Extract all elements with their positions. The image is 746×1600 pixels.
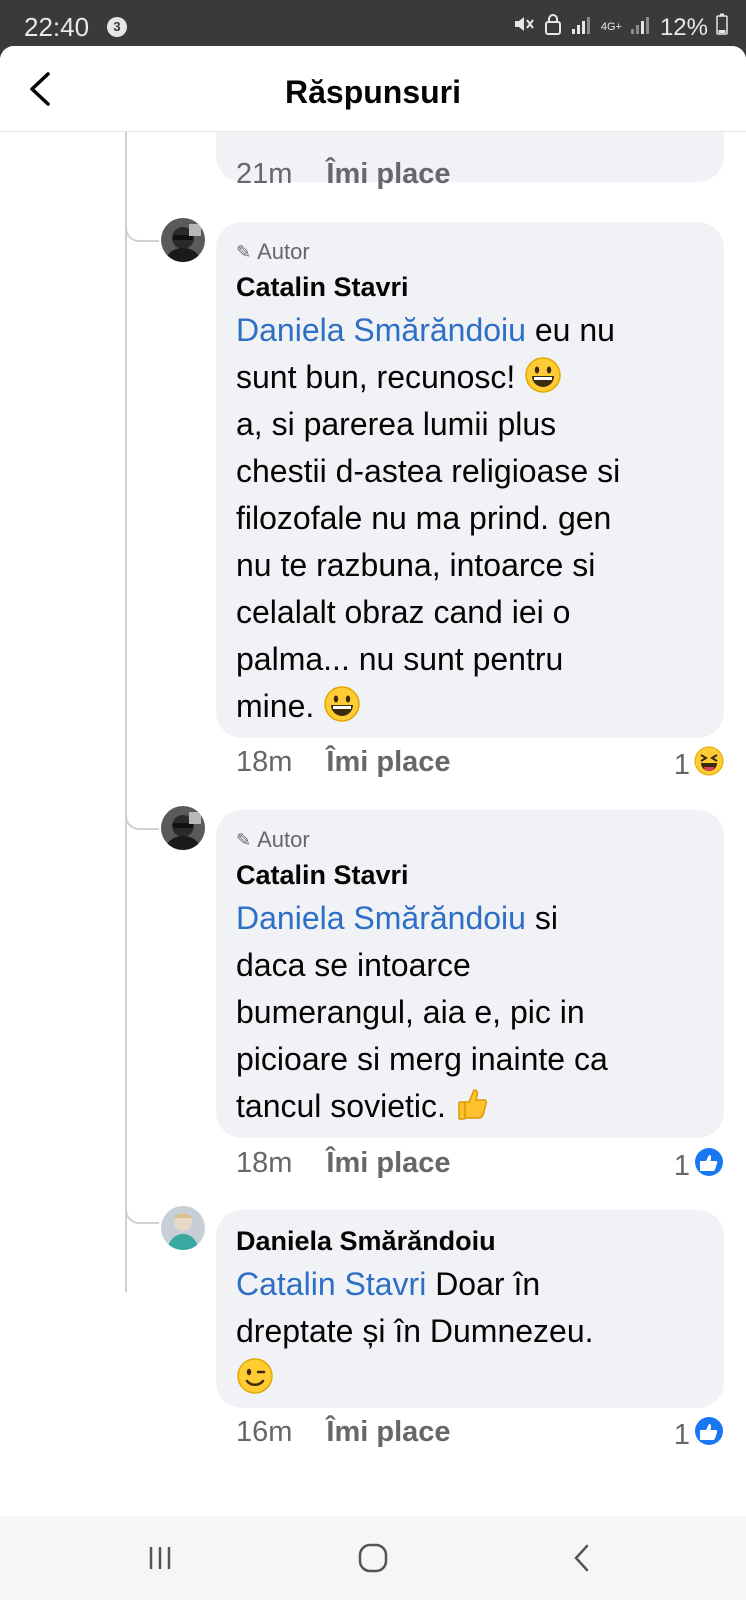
comment-line: Doar în <box>426 1266 541 1302</box>
status-bar: 22:40 3 4G+ 12% <box>0 0 746 44</box>
comment-line: filozofale nu ma prind. gen <box>236 500 612 536</box>
lock-icon <box>543 12 563 43</box>
reaction-summary[interactable]: 1 <box>674 746 724 784</box>
commenter-name[interactable]: Catalin Stavri <box>236 860 704 891</box>
grinning-face-icon <box>524 356 562 394</box>
avatar[interactable] <box>161 806 205 850</box>
recent-apps-button[interactable] <box>140 1538 180 1578</box>
comment-bubble[interactable]: ✎ Autor Catalin Stavri Daniela Smărăndoi… <box>216 222 724 738</box>
thumbs-up-icon <box>455 1085 493 1123</box>
thread-connector <box>125 810 159 830</box>
thread-connector <box>125 1204 159 1224</box>
network-type: 4G+ <box>600 21 622 33</box>
comment-bubble[interactable]: ✎ Autor Catalin Stavri Daniela Smărăndoi… <box>216 810 724 1138</box>
like-thumb-icon <box>694 1147 724 1185</box>
like-thumb-icon <box>694 1416 724 1454</box>
comment-meta: 16m Îmi place <box>236 1416 451 1449</box>
reaction-summary[interactable]: 1 <box>674 1147 724 1185</box>
comment-line: a, si parerea lumii plus <box>236 406 557 442</box>
comment-line: chestii d-astea religioase si <box>236 453 621 489</box>
comment-time: 18m <box>236 1147 293 1179</box>
comment-text: Daniela Smărăndoiu eu nu sunt bun, recun… <box>236 307 704 730</box>
comment-time: 18m <box>236 746 293 778</box>
page-title: Răspunsuri <box>284 74 462 110</box>
comment-line: tancul sovietic. <box>236 1088 446 1124</box>
comment-line: celalalt obraz cand iei o <box>236 594 571 630</box>
status-time: 22:40 <box>24 12 90 42</box>
reaction-count: 1 <box>673 748 690 781</box>
comment-line: dreptate și în Dumnezeu. <box>236 1313 594 1349</box>
signal-icon-2 <box>630 15 652 40</box>
author-badge: ✎ Autor <box>236 238 704 266</box>
comment-line: eu nu <box>525 312 615 348</box>
comment-line: palma... nu sunt pentru <box>236 641 564 677</box>
comment-line: mine. <box>236 688 315 724</box>
signal-icon <box>571 15 593 40</box>
commenter-name[interactable]: Catalin Stavri <box>236 272 704 303</box>
like-button[interactable]: Îmi place <box>326 746 450 779</box>
comment-text: Daniela Smărăndoiu si daca se intoarce b… <box>236 895 704 1130</box>
reaction-count: 1 <box>673 1418 690 1451</box>
like-button[interactable]: Îmi place <box>326 158 450 191</box>
laughing-face-icon <box>694 746 724 784</box>
mute-icon <box>511 12 535 43</box>
comment-line: daca se intoarce <box>236 947 471 983</box>
comment-line: si <box>525 900 558 936</box>
commenter-name[interactable]: Daniela Smărăndoiu <box>236 1226 704 1257</box>
avatar[interactable] <box>161 218 205 262</box>
like-button[interactable]: Îmi place <box>326 1416 450 1449</box>
recent-apps-icon <box>149 1547 171 1569</box>
author-badge-label: Autor <box>257 827 310 852</box>
winking-face-icon <box>236 1357 274 1395</box>
header: Răspunsuri <box>0 46 746 132</box>
mention-link[interactable]: Daniela Smărăndoiu <box>236 312 526 348</box>
reaction-summary[interactable]: 1 <box>674 1416 724 1454</box>
comment-line: sunt bun, recunosc! <box>236 359 516 395</box>
comment-line: picioare si merg inainte ca <box>236 1041 608 1077</box>
comment-time: 16m <box>236 1416 293 1448</box>
author-badge-label: Autor <box>257 239 310 264</box>
status-icons: 4G+ 12% <box>511 12 728 43</box>
like-button[interactable]: Îmi place <box>326 1147 450 1180</box>
mention-link[interactable]: Catalin Stavri <box>236 1266 426 1302</box>
mention-link[interactable]: Daniela Smărăndoiu <box>236 900 526 936</box>
grinning-face-icon <box>323 685 361 723</box>
previous-comment-meta: 21m Îmi place <box>236 158 451 191</box>
battery-level: 12% <box>659 13 708 41</box>
reaction-count: 1 <box>673 1149 690 1182</box>
author-badge: ✎ Autor <box>236 826 704 854</box>
replies-list[interactable]: 21m Îmi place ✎ Autor Catalin Stavri Dan… <box>0 46 746 1516</box>
home-icon <box>358 1543 388 1573</box>
comment-time: 21m <box>236 158 293 190</box>
system-back-button[interactable] <box>562 1538 602 1578</box>
notification-count-badge: 3 <box>107 17 127 37</box>
comment-bubble[interactable]: Daniela Smărăndoiu Catalin Stavri Doar î… <box>216 1210 724 1408</box>
back-arrow-icon <box>574 1544 589 1572</box>
thread-line <box>125 132 127 1292</box>
pencil-icon: ✎ <box>236 241 252 262</box>
thread-connector <box>125 222 159 242</box>
avatar[interactable] <box>161 1206 205 1250</box>
comment-meta: 18m Îmi place <box>236 746 451 779</box>
home-button[interactable] <box>350 1538 396 1578</box>
comment-line: nu te razbuna, intoarce si <box>236 547 596 583</box>
comment-text: Catalin Stavri Doar în dreptate și în Du… <box>236 1261 704 1402</box>
battery-icon <box>716 13 728 42</box>
navigation-bar <box>0 1516 746 1600</box>
comment-meta: 18m Îmi place <box>236 1147 451 1180</box>
pencil-icon: ✎ <box>236 829 252 850</box>
comment-line: bumerangul, aia e, pic in <box>236 994 585 1030</box>
replies-sheet: 21m Îmi place ✎ Autor Catalin Stavri Dan… <box>0 46 746 1516</box>
